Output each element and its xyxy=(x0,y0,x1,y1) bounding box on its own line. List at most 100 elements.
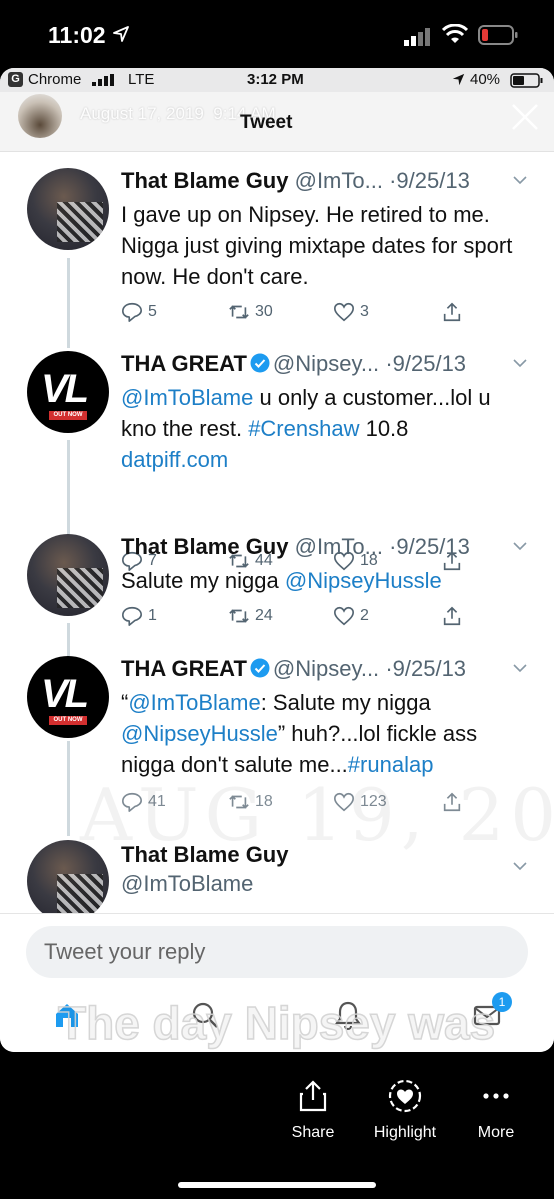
retweet-button[interactable]: 30 xyxy=(228,300,273,324)
tweet-text: @ImToBlame u only a customer...lol u kno… xyxy=(121,385,491,472)
reply-count: 1 xyxy=(148,607,157,624)
reply-input[interactable] xyxy=(26,926,528,978)
url-link[interactable]: datpiff.com xyxy=(121,447,228,472)
tweet-header: THA GREAT @Nipsey... ·9/25/13 xyxy=(121,351,466,377)
like-count: 2 xyxy=(360,607,369,624)
highlight-label: Highlight xyxy=(373,1124,437,1141)
user-handle: @Nipsey... xyxy=(272,656,380,681)
tweet-header: That Blame Guy @ImTo... ·9/25/13 xyxy=(121,168,470,194)
wifi-icon xyxy=(442,24,468,43)
tweet-date: ·9/25/13 xyxy=(385,351,467,376)
more-dots-icon xyxy=(483,1093,509,1099)
tweet-header: THA GREAT @Nipsey... ·9/25/13 xyxy=(121,656,466,682)
tweet-text: I gave up on Nipsey. He retired to me. N… xyxy=(121,202,513,289)
tweet-actions: 5 30 3 xyxy=(121,300,481,324)
reply-button[interactable]: 5 xyxy=(121,300,157,324)
story-action-bar: Share Highlight More xyxy=(0,1052,554,1199)
display-name[interactable]: THA GREAT xyxy=(121,351,247,376)
highlight-button[interactable]: Highlight xyxy=(355,1078,455,1142)
location-arrow-icon xyxy=(113,26,129,42)
network-label: LTE xyxy=(128,71,155,88)
display-name[interactable]: That Blame Guy xyxy=(121,534,288,559)
logo-tag: OUT NOW xyxy=(49,716,87,725)
tweet-header: That Blame Guy @ImToBlame xyxy=(121,840,288,898)
display-name[interactable]: THA GREAT xyxy=(121,656,247,681)
user-handle: @Nipsey... xyxy=(272,351,380,376)
thread-connector xyxy=(67,258,70,348)
like-count: 3 xyxy=(360,303,369,320)
more-button[interactable]: More xyxy=(446,1078,546,1142)
like-button[interactable]: 3 xyxy=(333,300,369,324)
story-caption: The day Nipsey was xyxy=(57,996,496,1050)
chevron-down-icon[interactable] xyxy=(512,172,528,188)
thread-connector xyxy=(67,741,70,836)
retweet-count: 30 xyxy=(255,303,273,320)
page-title: Tweet xyxy=(240,112,293,133)
back-app-label[interactable]: Chrome xyxy=(28,71,81,88)
bottom-tab-bar: 1 The day Nipsey was xyxy=(0,992,554,1052)
share-label: Share xyxy=(291,1124,335,1141)
share-icon xyxy=(443,302,461,322)
tweet-text: Salute my nigga @NipseyHussle xyxy=(121,568,442,593)
chevron-down-icon[interactable] xyxy=(512,660,528,676)
user-handle: @ImToBlame xyxy=(121,871,254,896)
tweet-date: ·9/25/13 xyxy=(389,534,470,559)
mention-link[interactable]: @NipseyHussle xyxy=(285,568,442,593)
reply-button[interactable]: 1 xyxy=(121,604,157,628)
battery-icon xyxy=(510,73,543,88)
share-icon xyxy=(443,606,461,626)
reply-count: 5 xyxy=(148,303,157,320)
device-time: 11:02 xyxy=(48,22,106,48)
display-name[interactable]: That Blame Guy xyxy=(121,168,288,193)
home-indicator[interactable] xyxy=(178,1182,376,1188)
tweet-date: ·9/25/13 xyxy=(389,168,470,193)
mention-link[interactable]: @NipseyHussle xyxy=(121,721,278,746)
user-handle: @ImTo... xyxy=(294,168,383,193)
thread-connector xyxy=(67,623,70,659)
chevron-down-icon[interactable] xyxy=(512,355,528,371)
display-name[interactable]: That Blame Guy xyxy=(121,842,288,867)
battery-low-icon xyxy=(478,25,518,45)
logo-text: VL xyxy=(41,367,89,411)
battery-percentage: 40% xyxy=(470,71,501,88)
story-card: G Chrome LTE 3:12 PM 40% August 17, 2019… xyxy=(0,68,554,1052)
thread-connector xyxy=(67,440,70,535)
reply-icon xyxy=(122,606,142,626)
heart-icon xyxy=(334,606,354,626)
chevron-down-icon[interactable] xyxy=(512,538,528,554)
retweet-button[interactable]: 24 xyxy=(228,604,273,628)
hashtag-link[interactable]: #Crenshaw xyxy=(248,416,359,441)
chevron-down-icon[interactable] xyxy=(512,858,528,874)
retweet-count: 24 xyxy=(255,607,273,624)
close-icon[interactable] xyxy=(510,102,540,132)
avatar[interactable] xyxy=(27,168,109,250)
screenshot-status-bar: G Chrome LTE 3:12 PM 40% xyxy=(0,68,554,92)
avatar[interactable]: VL OUT NOW xyxy=(27,351,109,433)
device-status-bar: 11:02 xyxy=(0,0,554,68)
reply-icon xyxy=(122,302,142,322)
more-label: More xyxy=(477,1124,515,1141)
like-button[interactable]: 2 xyxy=(333,604,369,628)
retweet-icon xyxy=(229,305,249,319)
heart-icon xyxy=(334,302,354,322)
tweet-text: “@ImToBlame: Salute my nigga @NipseyHuss… xyxy=(121,690,478,777)
share-button[interactable]: Share xyxy=(263,1078,363,1142)
highlight-heart-icon xyxy=(388,1079,422,1113)
avatar[interactable] xyxy=(27,840,109,922)
logo-text: VL xyxy=(41,672,89,716)
mention-link[interactable]: @ImToBlame xyxy=(121,385,253,410)
avatar[interactable] xyxy=(27,534,109,616)
share-button[interactable] xyxy=(441,300,468,324)
screenshot-time: 3:12 PM xyxy=(247,71,304,88)
avatar[interactable]: VL OUT NOW xyxy=(27,656,109,738)
mention-link[interactable]: @ImToBlame xyxy=(128,690,260,715)
story-avatar[interactable] xyxy=(18,94,62,138)
location-arrow-icon xyxy=(452,73,465,86)
share-button[interactable] xyxy=(441,604,468,628)
reply-area: 1 The day Nipsey was xyxy=(0,913,554,1052)
share-icon xyxy=(299,1080,327,1112)
tweet-actions: 1 24 2 xyxy=(121,604,481,628)
cellular-signal-icon xyxy=(404,28,430,46)
retweet-icon xyxy=(229,609,249,623)
story-header: August 17, 2019 9:14 AM Tweet xyxy=(0,92,554,152)
